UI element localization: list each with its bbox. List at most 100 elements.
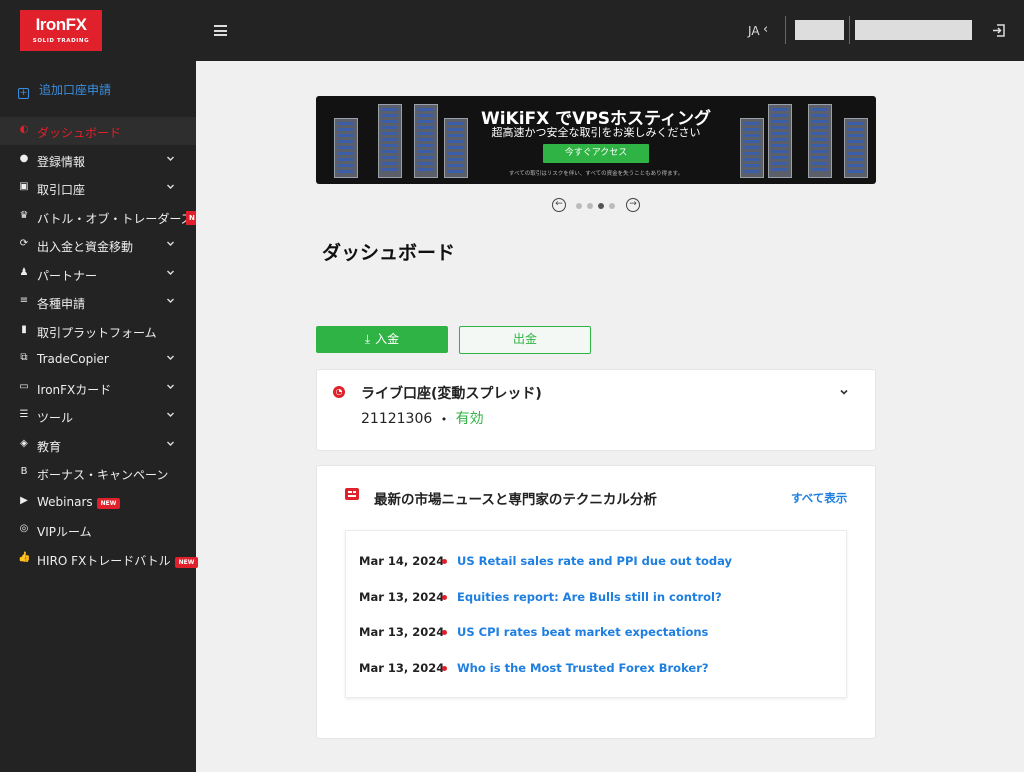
bullet-dot [442, 594, 447, 600]
server-rack-graphic [808, 104, 832, 178]
account-info: 21121306 • 有効 [361, 408, 484, 428]
sidebar-item-text: 取引口座 [37, 183, 86, 197]
education-icon: ◈ [20, 437, 28, 449]
sidebar-item[interactable]: B ボーナス・キャンペーン [0, 459, 196, 487]
banner-risk-note: すべての取引はリスクを伴い、すべての資金を失うこともあり得ます。 [508, 171, 684, 177]
sidebar-item[interactable]: ◐ ダッシュボード [0, 117, 196, 145]
deposit-button[interactable]: ⤓ 入金 [316, 326, 448, 353]
sidebar-item[interactable]: ♟ パートナー [0, 260, 196, 288]
carousel-dot[interactable] [587, 203, 593, 209]
chevron-left-icon[interactable]: ‹ [763, 22, 768, 37]
sidebar-item-label: VIPルーム [37, 523, 92, 540]
bar-chart-icon: ▮ [21, 323, 27, 335]
sidebar-item-label: IronFXカード [37, 381, 111, 398]
new-badge: NEW [174, 556, 199, 568]
sidebar-item-text: 出入金と資金移動 [37, 240, 134, 254]
account-number: 21121306 [361, 411, 433, 427]
news-link[interactable]: US CPI rates beat market expectations [457, 625, 708, 639]
sidebar-item[interactable]: ⟳ 出入金と資金移動 [0, 231, 196, 259]
logout-icon[interactable] [992, 24, 1005, 37]
news-link[interactable]: Who is the Most Trusted Forex Broker? [457, 661, 709, 675]
news-date: Mar 13, 2024 [359, 660, 445, 675]
sidebar-item[interactable]: ● 登録情報 [0, 146, 196, 174]
withdraw-button[interactable]: 出金 [459, 326, 591, 354]
list-icon: ≡ [19, 295, 29, 306]
sidebar-item[interactable]: ☰ ツール [0, 402, 196, 430]
sidebar-item-text: パートナー [37, 268, 98, 283]
new-badge: NEW [96, 497, 121, 509]
server-rack-graphic [768, 104, 792, 178]
carousel-dot[interactable] [576, 203, 582, 209]
bullet-dot [442, 630, 447, 635]
sidebar-item[interactable]: ≡ 各種申請 [0, 288, 196, 316]
vip-icon: ◎ [19, 523, 29, 534]
server-rack-graphic [334, 118, 358, 178]
page-title: ダッシュボード [322, 242, 456, 264]
bitcoin-icon: B [20, 466, 28, 477]
sidebar-item-label: 各種申請 [37, 295, 85, 312]
carousel-dot[interactable] [598, 203, 604, 209]
sidebar-item[interactable]: ▶ Webinars NEW [0, 488, 196, 516]
ironfx-logo[interactable]: IronFX SOLID TRADING [20, 10, 102, 51]
sidebar-item[interactable]: ♛ バトル・オブ・トレーダーズ N [0, 203, 196, 231]
news-icon [345, 488, 359, 500]
sidebar-item-label: Webinars NEW [37, 495, 121, 509]
sidebar-item[interactable]: ▮ 取引プラットフォーム [0, 317, 196, 345]
thumbs-up-icon: 👍 [18, 551, 31, 563]
new-badge: N [186, 210, 196, 225]
server-rack-graphic [378, 104, 402, 178]
news-date: Mar 13, 2024 [359, 589, 445, 604]
news-link[interactable]: US Retail sales rate and PPI due out tod… [457, 554, 732, 568]
chevron-down-icon[interactable] [166, 382, 175, 391]
carousel-dot[interactable] [609, 203, 615, 209]
sidebar-item-text: VIPルーム [37, 525, 92, 539]
add-account-link[interactable]: + 追加口座申請 [18, 81, 111, 99]
sidebar-item-text: ツール [37, 411, 74, 425]
banner-access-button[interactable]: 今すぐアクセス [543, 144, 649, 163]
chevron-down-icon[interactable] [166, 296, 175, 305]
sidebar-item[interactable]: ◈ 教育 [0, 431, 196, 459]
sidebar-item[interactable]: ⧉ TradeCopier [0, 345, 196, 373]
news-link[interactable]: Equities report: Are Bulls still in cont… [457, 590, 722, 604]
chevron-down-icon[interactable] [166, 410, 175, 419]
sidebar-item-text: 各種申請 [37, 297, 86, 311]
chevron-down-icon[interactable] [166, 154, 175, 163]
arrow-left-icon[interactable]: ← [552, 198, 566, 212]
sidebar-item-text: バトル・オブ・トレーダーズ [37, 211, 193, 226]
language-selector[interactable]: JA [748, 24, 760, 38]
sidebar-item-label: 取引口座 [37, 181, 85, 198]
chevron-down-icon[interactable] [839, 387, 849, 397]
top-bar: IronFX SOLID TRADING JA ‹ [0, 0, 1024, 61]
plus-icon: + [18, 88, 29, 99]
sidebar-item[interactable]: ◎ VIPルーム [0, 516, 196, 544]
server-rack-graphic [414, 104, 438, 178]
user-email-box [855, 20, 972, 40]
chevron-down-icon[interactable] [166, 268, 175, 277]
sidebar-item[interactable]: ▣ 取引口座 [0, 174, 196, 202]
partner-icon: ♟ [19, 266, 29, 278]
view-all-link[interactable]: すべて表示 [791, 490, 847, 506]
sidebar-item-text: TradeCopier [37, 352, 109, 366]
account-separator: • [440, 413, 448, 426]
account-card[interactable]: ◔ ライブ口座(変動スプレッド) 21121306 • 有効 [316, 369, 876, 451]
sidebar-item-text: 登録情報 [37, 154, 86, 169]
account-status: 有効 [455, 411, 484, 427]
chevron-down-icon[interactable] [166, 239, 175, 248]
user-name-box [795, 20, 844, 40]
arrow-right-icon[interactable]: → [626, 198, 640, 212]
chevron-down-icon[interactable] [166, 439, 175, 448]
sidebar-item[interactable]: 👍 HIRO FXトレードバトル NEW [0, 545, 199, 573]
dashboard-icon: ◐ [19, 124, 29, 135]
promo-banner[interactable]: WiKiFX でVPSホスティング 超高速かつ安全な取引をお楽しみください 今す… [316, 96, 876, 184]
chevron-down-icon[interactable] [166, 353, 175, 362]
sidebar-item[interactable]: ▭ IronFXカード [0, 374, 196, 402]
sidebar: + 追加口座申請 ◐ ダッシュボード ● 登録情報 ▣ 取引口座 ♛ バトル・オブ・トレーダーズ… [0, 61, 199, 772]
account-icon: ▣ [19, 181, 29, 192]
news-title: 最新の市場ニュースと専門家のテクニカル分析 [374, 492, 657, 508]
menu-icon[interactable] [214, 25, 227, 36]
sidebar-item-text: IronFXカード [37, 382, 112, 397]
chevron-down-icon[interactable] [166, 182, 175, 191]
sidebar-item-text: 取引プラットフォーム [37, 325, 157, 340]
account-name: ライブ口座(変動スプレッド) [361, 386, 542, 402]
banner-subtitle: 超高速かつ安全な取引をお楽しみください [491, 126, 701, 139]
